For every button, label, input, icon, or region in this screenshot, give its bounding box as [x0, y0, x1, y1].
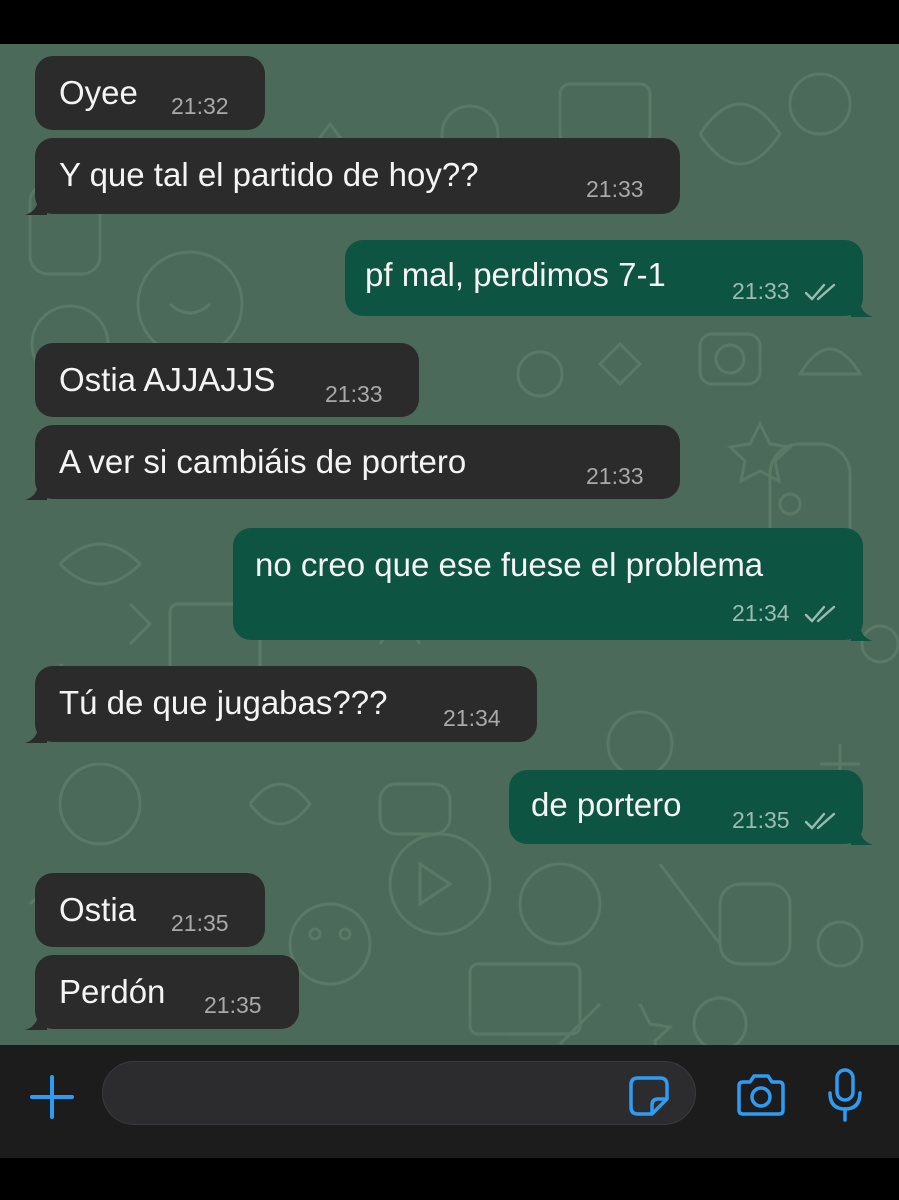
- incoming-message-bubble[interactable]: Ostia AJJAJJS 21:33: [35, 343, 419, 417]
- message-text: Ostia: [59, 891, 137, 928]
- bubble-tail: [851, 823, 873, 845]
- incoming-message-bubble[interactable]: Y que tal el partido de hoy?? 21:33: [25, 138, 680, 215]
- message-timestamp: 21:33: [732, 278, 790, 304]
- incoming-message-bubble[interactable]: Tú de que jugabas??? 21:34: [25, 666, 537, 743]
- chat-area[interactable]: Oyee 21:32 Y que tal el partido de hoy?? 21…: [0, 44, 899, 1045]
- message-timestamp: 21:33: [586, 176, 644, 202]
- message-timestamp: 21:34: [443, 705, 501, 731]
- message-timestamp: 21:32: [171, 93, 229, 119]
- message-timestamp: 21:33: [325, 381, 383, 407]
- message-text: Perdón: [59, 973, 166, 1010]
- top-status-area: [0, 0, 899, 44]
- bottom-home-area: [0, 1158, 899, 1200]
- double-check-icon: [804, 605, 836, 623]
- outgoing-message-bubble[interactable]: de portero 21:35: [509, 770, 873, 845]
- outgoing-message-bubble[interactable]: no creo que ese fuese el problema 21:34: [233, 528, 873, 641]
- incoming-message-bubble[interactable]: A ver si cambiáis de portero 21:33: [25, 425, 680, 500]
- message-text: Oyee: [59, 74, 138, 111]
- bubble-tail: [25, 193, 47, 215]
- double-check-icon: [804, 812, 836, 830]
- message-timestamp: 21:34: [732, 600, 790, 626]
- bubble-tail: [25, 478, 47, 500]
- bubble-tail: [25, 1008, 47, 1030]
- outgoing-message-bubble[interactable]: pf mal, perdimos 7-1 21:33: [345, 240, 873, 317]
- message-text: no creo que ese fuese el problema: [255, 546, 764, 583]
- message-input[interactable]: [102, 1061, 696, 1125]
- message-text: Y que tal el partido de hoy??: [59, 156, 479, 193]
- double-check-icon: [804, 283, 836, 301]
- message-text: de portero: [531, 786, 682, 823]
- message-text: A ver si cambiáis de portero: [59, 443, 467, 480]
- camera-icon[interactable]: [735, 1072, 787, 1118]
- sticker-icon[interactable]: [628, 1075, 670, 1117]
- incoming-message-bubble[interactable]: Perdón 21:35: [25, 955, 299, 1030]
- bubble-tail: [851, 295, 873, 317]
- message-timestamp: 21:35: [732, 807, 790, 833]
- bubble-tail: [851, 619, 873, 641]
- message-timestamp: 21:35: [204, 992, 262, 1018]
- message-timestamp: 21:35: [171, 910, 229, 936]
- microphone-icon[interactable]: [827, 1067, 863, 1123]
- plus-icon[interactable]: [28, 1073, 76, 1121]
- incoming-message-bubble[interactable]: Oyee 21:32: [35, 56, 265, 130]
- message-text: pf mal, perdimos 7-1: [365, 256, 666, 293]
- message-text: Ostia AJJAJJS: [59, 361, 276, 398]
- bubble-tail: [25, 721, 47, 743]
- incoming-message-bubble[interactable]: Ostia 21:35: [35, 873, 265, 947]
- message-composer-bar: [0, 1045, 899, 1158]
- message-timestamp: 21:33: [586, 463, 644, 489]
- message-text: Tú de que jugabas???: [59, 684, 388, 721]
